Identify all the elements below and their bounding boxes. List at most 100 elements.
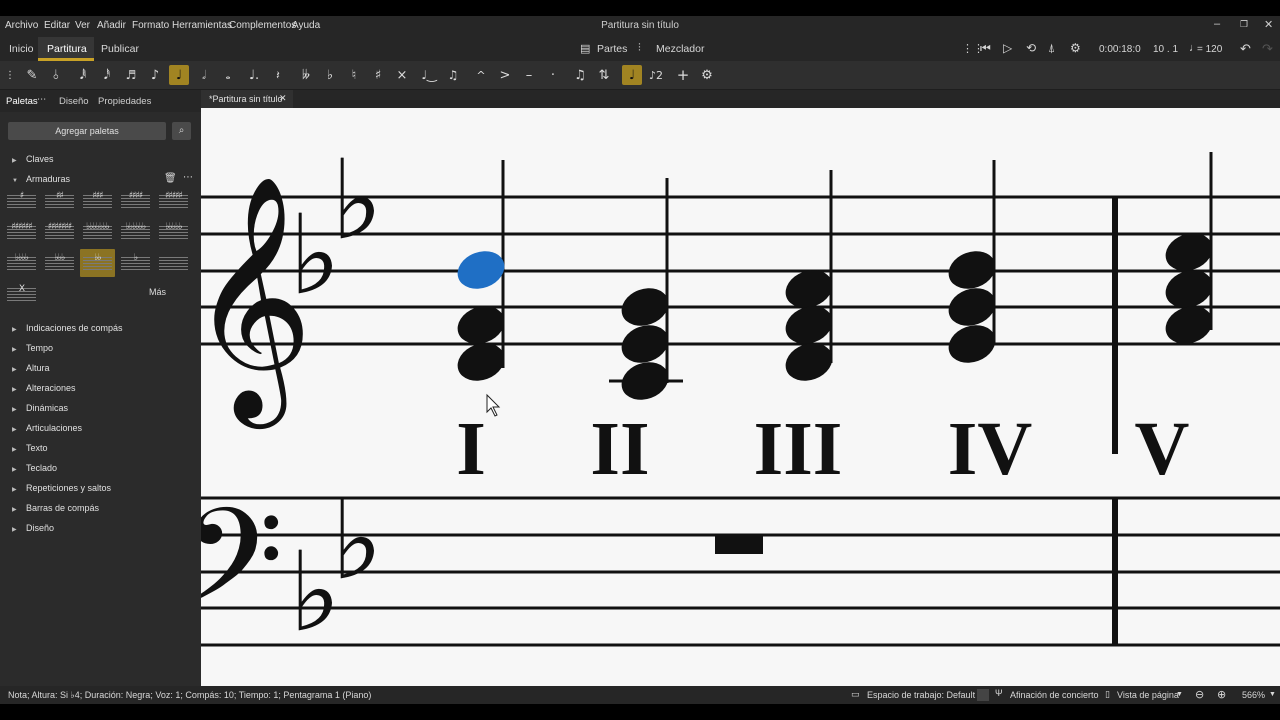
accent-icon[interactable]: >: [495, 65, 515, 85]
key-signature-cell[interactable]: ♯♯♯♯♯♯♯: [42, 218, 77, 246]
menu-herramientas[interactable]: Herramientas: [172, 20, 232, 31]
palette-texto[interactable]: ▶ Texto: [12, 443, 48, 453]
whole-rest[interactable]: [715, 536, 763, 554]
roman-numeral-5[interactable]: V: [1135, 407, 1190, 491]
double-flat-icon[interactable]: 𝄫: [296, 65, 316, 85]
note-input-mode-icon[interactable]: ⫰: [46, 65, 66, 85]
tab-paletas[interactable]: Paletas: [6, 96, 38, 107]
16th-note-icon[interactable]: ♬: [121, 65, 141, 85]
eighth-note-icon[interactable]: ♪: [145, 65, 165, 85]
staccato-icon[interactable]: ·: [543, 65, 563, 85]
palette-altura[interactable]: ▶ Altura: [12, 363, 50, 373]
metronome-icon[interactable]: ⍋: [1048, 41, 1055, 56]
zoom-out-icon[interactable]: ⊖: [1195, 688, 1204, 701]
palette-armaduras[interactable]: ▼ Armaduras: [12, 174, 70, 184]
tuplet-icon[interactable]: ♫: [570, 65, 590, 85]
key-signature-cell[interactable]: X: [4, 280, 39, 308]
search-icon[interactable]: ⌕: [172, 122, 191, 140]
key-signature-cell[interactable]: ♭: [118, 249, 153, 277]
64th-note-icon[interactable]: 𝅘𝅥𝅱: [73, 65, 93, 85]
32nd-note-icon[interactable]: 𝅘𝅥𝅰: [97, 65, 117, 85]
palette-repeticiones[interactable]: ▶ Repeticiones y saltos: [12, 483, 111, 493]
zoom-in-icon[interactable]: ⊕: [1217, 688, 1226, 701]
chord-4[interactable]: [943, 160, 1000, 369]
palette-alteraciones[interactable]: ▶ Alteraciones: [12, 383, 76, 393]
key-flat-4-icon[interactable]: ♭: [289, 528, 341, 656]
chord-2[interactable]: [609, 178, 683, 406]
key-signature-cell[interactable]: ♯♯♯♯: [118, 187, 153, 215]
whole-note-icon[interactable]: 𝅝: [218, 65, 238, 85]
tie-icon[interactable]: ♩‿: [419, 65, 439, 85]
mixer-button[interactable]: Mezclador: [656, 43, 704, 55]
voice-1-icon[interactable]: ♩: [622, 65, 642, 85]
tab-inicio[interactable]: Inicio: [9, 43, 34, 55]
add-palettes-button[interactable]: Agregar paletas: [8, 122, 166, 140]
palette-dinamicas[interactable]: ▶ Dinámicas: [12, 403, 68, 413]
palette-indicaciones-compas[interactable]: ▶ Indicaciones de compás: [12, 323, 123, 333]
more-button[interactable]: Más: [149, 287, 166, 297]
bass-clef-icon[interactable]: 𝄢: [201, 479, 284, 666]
key-signature-cell[interactable]: ♭♭♭: [42, 249, 77, 277]
voice-2-icon[interactable]: ♪2: [646, 65, 666, 85]
roman-numeral-4[interactable]: IV: [948, 407, 1033, 491]
key-signature-cell[interactable]: ♭♭♭♭♭♭♭: [80, 218, 115, 246]
undo-icon[interactable]: ↶: [1240, 41, 1251, 57]
page-view-selector[interactable]: Vista de página: [1117, 690, 1179, 700]
key-signature-cell[interactable]: ♭♭♭♭: [4, 249, 39, 277]
tab-propiedades[interactable]: Propiedades: [98, 96, 151, 107]
menu-complementos[interactable]: Complementos: [229, 20, 296, 31]
score-canvas[interactable]: 𝄞 𝄢 ♭ ♭ ♭ ♭ I II III IV V: [201, 108, 1280, 686]
flip-direction-icon[interactable]: ⇅: [594, 65, 614, 85]
toolbar-settings-icon[interactable]: ⚙: [697, 65, 717, 85]
flat-icon[interactable]: ♭: [320, 65, 340, 85]
workspace-selector[interactable]: Espacio de trabajo: Default: [867, 690, 975, 700]
toolbar-handle-icon[interactable]: ⋮: [0, 65, 20, 85]
restore-icon[interactable]: ❐: [1240, 19, 1248, 30]
palette-menu-icon[interactable]: ⋯: [37, 94, 47, 105]
rest-icon[interactable]: 𝄽: [268, 65, 288, 85]
tab-diseno[interactable]: Diseño: [59, 96, 89, 107]
palette-diseno[interactable]: ▶ Diseño: [12, 523, 54, 533]
half-note-icon[interactable]: 𝅗𝅥: [194, 65, 214, 85]
palette-barras[interactable]: ▶ Barras de compás: [12, 503, 99, 513]
marcato-icon[interactable]: ^: [471, 65, 491, 85]
double-sharp-icon[interactable]: ×: [392, 65, 412, 85]
chord-3[interactable]: [780, 170, 837, 387]
key-signature-cell[interactable]: ♯♯♯♯♯: [156, 187, 191, 215]
menu-ayuda[interactable]: Ayuda: [292, 20, 320, 31]
parts-button[interactable]: Partes: [597, 43, 627, 55]
key-signature-cell[interactable]: ♯♯♯♯♯♯: [4, 218, 39, 246]
sharp-icon[interactable]: ♯: [368, 65, 388, 85]
selected-notehead[interactable]: [452, 245, 509, 295]
playback-settings-icon[interactable]: ⚙: [1070, 41, 1081, 55]
palette-more-icon[interactable]: ⋯: [183, 172, 193, 183]
palette-tempo[interactable]: ▶ Tempo: [12, 343, 53, 353]
menu-formato[interactable]: Formato: [132, 20, 169, 31]
concert-pitch-toggle[interactable]: [977, 689, 989, 701]
redo-icon[interactable]: ↷: [1262, 41, 1273, 57]
key-flat-2-icon[interactable]: ♭: [289, 191, 341, 319]
zoom-chevron-icon[interactable]: ▼: [1269, 691, 1276, 698]
dotted-note-icon[interactable]: ♩.: [244, 65, 264, 85]
menu-ver[interactable]: Ver: [75, 20, 90, 31]
play-icon[interactable]: ▷: [1003, 41, 1012, 55]
tab-partitura[interactable]: Partitura: [47, 43, 87, 55]
natural-icon[interactable]: ♮: [344, 65, 364, 85]
quarter-note-selected-icon[interactable]: ♩: [169, 65, 189, 85]
chevron-down-icon[interactable]: ▼: [1176, 691, 1183, 698]
trash-icon[interactable]: 🗑: [164, 173, 177, 184]
roman-numeral-2[interactable]: II: [590, 407, 649, 491]
pencil-icon[interactable]: ✎: [22, 65, 42, 85]
key-signature-cell[interactable]: [156, 249, 191, 277]
zoom-level[interactable]: 566%: [1242, 690, 1265, 700]
palette-teclado[interactable]: ▶ Teclado: [12, 463, 57, 473]
palette-articulaciones[interactable]: ▶ Articulaciones: [12, 423, 82, 433]
chord-1[interactable]: [452, 160, 509, 387]
slur-icon[interactable]: ♫: [443, 65, 463, 85]
tab-publicar[interactable]: Publicar: [101, 43, 139, 55]
chord-5[interactable]: [1160, 152, 1217, 350]
key-signature-cell[interactable]: ♭♭: [80, 249, 115, 277]
key-signature-cell[interactable]: ♯♯: [42, 187, 77, 215]
rewind-icon[interactable]: ⏮: [980, 41, 991, 56]
loop-icon[interactable]: ⟲: [1026, 41, 1036, 55]
